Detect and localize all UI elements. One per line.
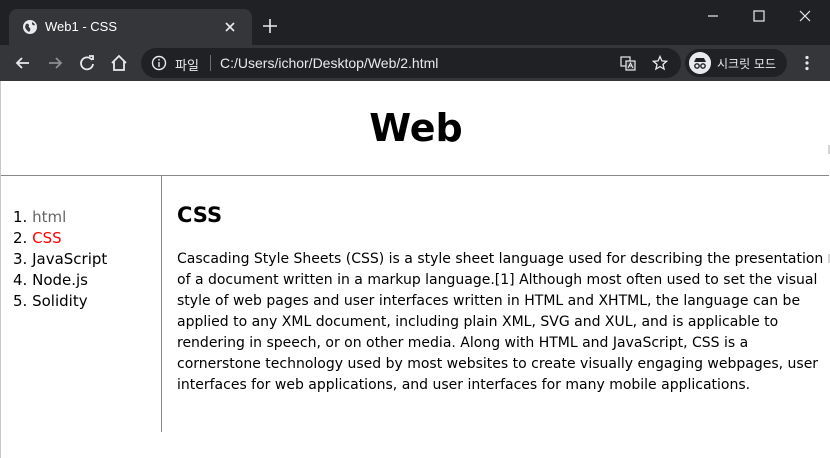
tab-title: Web1 - CSS — [45, 19, 118, 34]
list-item: 4. Node.js — [13, 270, 107, 291]
info-icon[interactable] — [151, 55, 167, 71]
home-icon[interactable] — [109, 53, 129, 73]
more-vert-icon[interactable] — [797, 53, 817, 73]
nav-link-javascript[interactable]: JavaScript — [32, 250, 107, 268]
incognito-badge[interactable]: 시크릿 모드 — [685, 49, 787, 77]
incognito-label: 시크릿 모드 — [717, 57, 777, 71]
translate-icon[interactable] — [620, 55, 636, 71]
active-tab[interactable]: Web1 - CSS — [9, 9, 252, 45]
omnibox-divider — [210, 55, 211, 71]
list-number: 1. — [13, 208, 28, 226]
nav-link-nodejs[interactable]: Node.js — [32, 271, 88, 289]
page-viewport: Web 1. html 2. CSS 3. JavaScript 4. Node… — [0, 81, 830, 458]
plus-icon[interactable] — [262, 18, 278, 34]
close-window-icon[interactable] — [797, 8, 813, 24]
sidebar-divider — [161, 176, 162, 432]
address-bar[interactable]: 파일 C:/Users/ichor/Desktop/Web/2.html — [141, 48, 681, 78]
nav-link-css[interactable]: CSS — [32, 229, 62, 247]
url-text[interactable]: C:/Users/ichor/Desktop/Web/2.html — [220, 55, 438, 71]
header-divider — [1, 175, 829, 176]
back-icon[interactable] — [13, 53, 33, 73]
list-number: 3. — [13, 250, 28, 268]
close-icon[interactable] — [223, 20, 237, 34]
file-scheme-label: 파일 — [175, 59, 199, 74]
nav-list: 1. html 2. CSS 3. JavaScript 4. Node.js … — [13, 207, 107, 312]
incognito-icon — [689, 52, 711, 74]
browser-toolbar: 파일 C:/Users/ichor/Desktop/Web/2.html 시크릿… — [0, 45, 830, 81]
list-item: 2. CSS — [13, 228, 107, 249]
list-number: 4. — [13, 271, 28, 289]
globe-icon — [23, 20, 37, 34]
nav-link-solidity[interactable]: Solidity — [32, 292, 87, 310]
content-heading: CSS — [177, 203, 223, 227]
list-item: 1. html — [13, 207, 107, 228]
maximize-icon[interactable] — [751, 8, 767, 24]
nav-link-html[interactable]: html — [32, 208, 66, 226]
list-item: 3. JavaScript — [13, 249, 107, 270]
content-paragraph: Cascading Style Sheets (CSS) is a style … — [177, 251, 824, 393]
browser-titlebar: Web1 - CSS — [0, 0, 830, 45]
list-item: 5. Solidity — [13, 291, 107, 312]
star-icon[interactable] — [652, 55, 668, 71]
list-number: 5. — [13, 292, 28, 310]
forward-icon[interactable] — [45, 53, 65, 73]
minimize-icon[interactable] — [705, 8, 721, 24]
page-title-link[interactable]: Web — [369, 106, 463, 150]
reload-icon[interactable] — [77, 53, 97, 73]
list-number: 2. — [13, 229, 28, 247]
page-title: Web — [1, 103, 830, 153]
